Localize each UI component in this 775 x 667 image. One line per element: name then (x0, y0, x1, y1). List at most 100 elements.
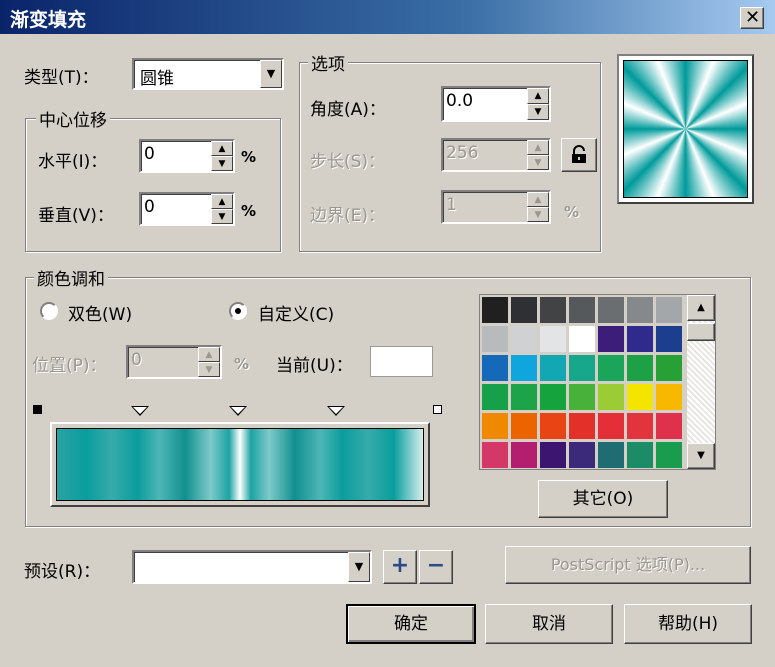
palette-swatch[interactable] (510, 296, 538, 324)
add-preset-icon[interactable]: + (383, 550, 417, 584)
type-value: 圆锥 (140, 69, 174, 89)
color-marker-2[interactable] (229, 406, 247, 416)
palette-swatch[interactable] (568, 412, 596, 440)
palette-swatch[interactable] (568, 383, 596, 411)
palette-swatch[interactable] (568, 441, 596, 469)
palette-swatch[interactable] (597, 325, 625, 353)
position-input: 0 ▲ ▼ (126, 345, 222, 379)
palette-swatch[interactable] (481, 441, 509, 469)
color-marker-1[interactable] (131, 406, 149, 416)
current-label: 当前(U)： (276, 356, 353, 376)
current-color-swatch[interactable] (370, 346, 433, 377)
palette-swatch[interactable] (568, 296, 596, 324)
steps-value: 256 (446, 143, 479, 163)
palette-swatch[interactable] (539, 441, 567, 469)
palette-swatch[interactable] (655, 383, 683, 411)
palette-swatch[interactable] (655, 412, 683, 440)
palette-swatch[interactable] (597, 441, 625, 469)
scroll-up-icon[interactable]: ▲ (687, 295, 715, 321)
palette-swatch[interactable] (510, 412, 538, 440)
palette-swatch[interactable] (539, 383, 567, 411)
horizontal-value: 0 (144, 144, 155, 164)
palette-swatch[interactable] (626, 412, 654, 440)
palette-swatch[interactable] (597, 383, 625, 411)
palette-swatch[interactable] (481, 296, 509, 324)
vertical-spinner[interactable]: ▲ ▼ (211, 194, 233, 224)
palette-swatch[interactable] (568, 354, 596, 382)
angle-input[interactable]: 0.0 ▲ ▼ (441, 86, 551, 122)
window-title: 渐变填充 (10, 9, 87, 31)
palette-swatch[interactable] (597, 296, 625, 324)
vertical-label: 垂直(V)： (38, 206, 114, 226)
palette-swatch[interactable] (655, 354, 683, 382)
palette-swatch[interactable] (655, 325, 683, 353)
palette-swatch[interactable] (626, 383, 654, 411)
palette-swatch[interactable] (597, 354, 625, 382)
other-color-button[interactable]: 其它(O) (538, 480, 668, 518)
remove-preset-icon[interactable]: − (419, 550, 453, 584)
center-offset-legend: 中心位移 (36, 106, 110, 131)
steps-input: 256 ▲ ▼ (441, 138, 551, 172)
palette-swatch[interactable] (568, 325, 596, 353)
lock-icon (572, 145, 586, 163)
horizontal-label: 水平(I)： (38, 152, 108, 172)
angle-value: 0.0 (446, 91, 474, 111)
position-label: 位置(P)： (32, 356, 107, 376)
two-color-radio[interactable] (40, 302, 58, 320)
preset-label: 预设(R)： (24, 562, 101, 582)
palette-swatch[interactable] (626, 325, 654, 353)
palette-swatch[interactable] (539, 354, 567, 382)
palette-swatch[interactable] (481, 354, 509, 382)
scroll-thumb[interactable] (687, 323, 715, 341)
end-marker[interactable] (433, 405, 442, 414)
start-marker[interactable] (33, 405, 42, 414)
palette-swatch[interactable] (655, 441, 683, 469)
palette-swatch[interactable] (481, 383, 509, 411)
vertical-value: 0 (144, 197, 155, 217)
palette-swatch[interactable] (626, 296, 654, 324)
horizontal-input[interactable]: 0 ▲ ▼ (139, 139, 235, 173)
palette-swatch[interactable] (539, 296, 567, 324)
radio-selected-dot (235, 308, 241, 314)
edge-input: 1 ▲ ▼ (441, 190, 551, 224)
angle-spinner[interactable]: ▲ ▼ (527, 88, 549, 120)
palette-swatch[interactable] (510, 441, 538, 469)
palette-swatch[interactable] (539, 412, 567, 440)
palette-swatch[interactable] (481, 325, 509, 353)
palette-swatch[interactable] (626, 441, 654, 469)
palette-swatch[interactable] (539, 325, 567, 353)
two-color-label[interactable]: 双色(W) (68, 300, 132, 325)
color-marker-3[interactable] (327, 406, 345, 416)
palette-swatch[interactable] (626, 354, 654, 382)
edge-spinner: ▲ ▼ (527, 192, 549, 222)
palette-swatch[interactable] (655, 296, 683, 324)
palette-swatch[interactable] (510, 383, 538, 411)
palette-swatch[interactable] (597, 412, 625, 440)
type-select[interactable]: 圆锥 ▼ (132, 58, 284, 90)
scroll-down-icon[interactable]: ▼ (687, 443, 715, 469)
lock-steps-button[interactable] (561, 138, 597, 172)
steps-spinner: ▲ ▼ (527, 140, 549, 170)
palette-swatch[interactable] (481, 412, 509, 440)
close-button[interactable]: ✕ (740, 7, 764, 29)
cancel-button[interactable]: 取消 (485, 604, 613, 644)
edge-unit: % (564, 203, 580, 221)
type-label: 类型(T)： (24, 68, 99, 88)
angle-label: 角度(A)： (310, 100, 386, 120)
postscript-options-button: PostScript 选项(P)... (505, 546, 751, 584)
palette-scrollbar[interactable]: ▲ ▼ (687, 295, 715, 469)
palette-swatch[interactable] (510, 354, 538, 382)
gradient-strip[interactable] (56, 428, 424, 501)
custom-label[interactable]: 自定义(C) (258, 300, 334, 325)
chevron-down-icon[interactable]: ▼ (348, 552, 370, 582)
steps-label: 步长(S)： (310, 152, 386, 172)
custom-radio[interactable] (229, 302, 247, 320)
palette-swatch[interactable] (510, 325, 538, 353)
help-button[interactable]: 帮助(H) (624, 604, 752, 644)
preset-select[interactable]: ▼ (132, 550, 372, 584)
vertical-input[interactable]: 0 ▲ ▼ (139, 192, 235, 226)
position-value: 0 (131, 350, 142, 370)
chevron-down-icon[interactable]: ▼ (260, 60, 282, 88)
ok-button[interactable]: 确定 (346, 604, 476, 644)
horizontal-spinner[interactable]: ▲ ▼ (211, 141, 233, 171)
